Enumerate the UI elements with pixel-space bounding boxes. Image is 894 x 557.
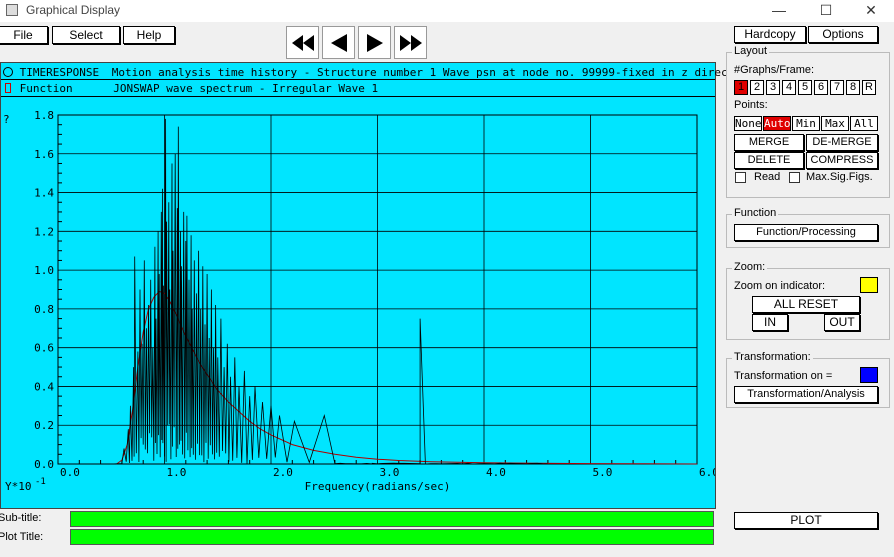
app-icon: [6, 4, 18, 16]
y-multiplier-label: Y*10: [5, 480, 32, 493]
transformation-swatch[interactable]: [860, 367, 878, 383]
header-text-2: JONSWAP wave spectrum - Irregular Wave 1: [113, 82, 379, 95]
function-label: Function: [732, 207, 779, 219]
zoom-indicator-label: Zoom on indicator:: [734, 280, 826, 292]
first-frame-button[interactable]: [286, 26, 319, 59]
x-tick-label: 2.0: [273, 466, 293, 479]
header-line-2: Function JONSWAP wave spectrum - Irregul…: [3, 82, 378, 95]
previous-frame-button[interactable]: [322, 26, 355, 59]
spectrum-chart[interactable]: 0.0 1.0 2.0 3.0 4.0 5.0 6.0 0.0 0.2 0.4 0.6 0.8 1.0 1…: [1, 97, 715, 509]
spectrum-line: [111, 118, 548, 465]
help-menu[interactable]: Help: [123, 26, 175, 44]
y-axis-label: ?: [3, 113, 10, 126]
play-left-icon: [330, 33, 347, 52]
read-label: Read: [754, 171, 781, 183]
x-tick-label: 0.0: [60, 466, 80, 479]
merge-button[interactable]: MERGE: [734, 134, 804, 151]
zoom-in-button[interactable]: IN: [752, 314, 788, 331]
demerge-button[interactable]: DE-MERGE: [806, 134, 878, 151]
y-tick-label: 1.8: [34, 109, 54, 122]
all-reset-button[interactable]: ALL RESET: [752, 296, 860, 313]
window-title: Graphical Display: [26, 3, 121, 17]
plot-title-label: Plot Title:: [0, 531, 44, 543]
y-tick-label: 0.2: [34, 419, 54, 432]
header-text-1: Motion analysis time history - Structure…: [111, 66, 728, 79]
play-right-icon: [366, 33, 383, 52]
x-tick-label: 6.0: [699, 466, 715, 479]
y-tick-label: 0.6: [34, 342, 54, 355]
zoom-out-button[interactable]: OUT: [824, 314, 860, 331]
last-frame-button[interactable]: [394, 26, 427, 59]
graphs-per-frame-R[interactable]: R: [862, 80, 876, 95]
function-marker-icon: [5, 83, 11, 93]
plot-title-input[interactable]: [70, 529, 714, 545]
y-tick-label: 1.4: [34, 187, 54, 200]
maxsig-label: Max.Sig.Figs.: [806, 171, 873, 183]
plot-area[interactable]: TIMERESPONSE Motion analysis time histor…: [0, 62, 728, 509]
graphs-per-frame-4[interactable]: 4: [782, 80, 796, 95]
header-divider: [1, 79, 715, 80]
points-max[interactable]: Max: [821, 116, 849, 131]
compress-button[interactable]: COMPRESS: [806, 152, 878, 169]
y-tick-label: 1.6: [34, 148, 54, 161]
points-auto[interactable]: Auto: [763, 116, 791, 131]
y-multiplier-exponent: -1: [35, 477, 46, 487]
rewind-icon: [291, 34, 314, 51]
transformation-analysis-button[interactable]: Transformation/Analysis: [734, 386, 878, 403]
next-frame-button[interactable]: [358, 26, 391, 59]
transformation-label: Transformation:: [732, 351, 813, 363]
graphs-per-frame-5[interactable]: 5: [798, 80, 812, 95]
x-tick-label: 1.0: [167, 466, 187, 479]
graphs-per-frame-1[interactable]: 1: [734, 80, 748, 95]
x-tick-label: 5.0: [593, 466, 613, 479]
y-tick-label: 0.8: [34, 303, 54, 316]
hardcopy-button[interactable]: Hardcopy: [734, 26, 806, 43]
plot-button[interactable]: PLOT: [734, 512, 878, 529]
graphs-per-frame-7[interactable]: 7: [830, 80, 844, 95]
header-type-2: Function: [19, 82, 73, 95]
select-menu[interactable]: Select: [52, 26, 120, 44]
close-button[interactable]: ✕: [848, 0, 894, 22]
y-tick-label: 0.4: [34, 380, 54, 393]
y-tick-label: 1.2: [34, 225, 54, 238]
maximize-button[interactable]: ☐: [803, 0, 849, 22]
layout-label: Layout: [732, 45, 770, 57]
fast-forward-icon: [399, 34, 422, 51]
subtitle-input[interactable]: [70, 511, 714, 527]
delete-button[interactable]: DELETE: [734, 152, 804, 169]
subtitle-label: Sub-title:: [0, 512, 42, 524]
transformation-on-label: Transformation on =: [734, 370, 833, 382]
zoom-indicator-swatch[interactable]: [860, 277, 878, 293]
options-button[interactable]: Options: [808, 26, 878, 43]
header-type-1: TIMERESPONSE: [19, 66, 100, 79]
points-label: Points:: [734, 99, 768, 111]
header-line-1: TIMERESPONSE Motion analysis time histor…: [3, 66, 728, 79]
y-tick-label: 1.0: [34, 264, 54, 277]
minimize-button[interactable]: —: [756, 0, 802, 22]
points-min[interactable]: Min: [792, 116, 820, 131]
x-tick-label: 4.0: [486, 466, 506, 479]
graphs-per-frame-8[interactable]: 8: [846, 80, 860, 95]
file-menu[interactable]: File: [0, 26, 48, 44]
read-checkbox[interactable]: [735, 172, 746, 183]
graphs-per-frame-3[interactable]: 3: [766, 80, 780, 95]
title-bar: Graphical Display — ☐ ✕: [0, 0, 894, 22]
graphs-per-frame-6[interactable]: 6: [814, 80, 828, 95]
radio-icon[interactable]: [3, 67, 13, 77]
maxsig-checkbox[interactable]: [789, 172, 800, 183]
x-axis-label: Frequency(radians/sec): [305, 480, 451, 493]
x-tick-label: 3.0: [380, 466, 400, 479]
function-processing-button[interactable]: Function/Processing: [734, 224, 878, 241]
y-tick-label: 0.0: [34, 458, 54, 471]
zoom-label: Zoom:: [732, 261, 768, 273]
graphs-per-frame-label: #Graphs/Frame:: [734, 64, 815, 76]
graphs-per-frame-2[interactable]: 2: [750, 80, 764, 95]
points-all[interactable]: All: [850, 116, 878, 131]
points-none[interactable]: None: [734, 116, 762, 131]
